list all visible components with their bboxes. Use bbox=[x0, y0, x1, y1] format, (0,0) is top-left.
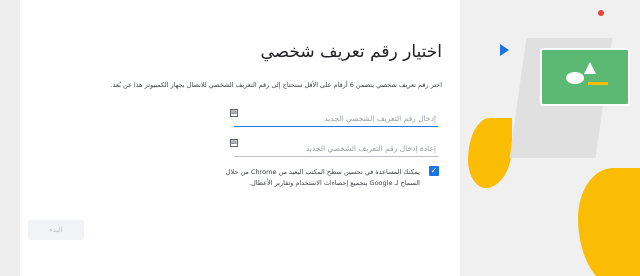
checkmark-icon: ✓ bbox=[430, 166, 438, 175]
stats-checkbox-label: يمكنك المساعدة في تحسين سطح المكتب البعي… bbox=[225, 168, 420, 187]
illustration-panel bbox=[460, 0, 640, 276]
keyboard-icon: ⌨ bbox=[229, 109, 238, 117]
keyboard-icon: ⌨ bbox=[229, 139, 238, 147]
pin-input[interactable] bbox=[234, 111, 438, 127]
yellow-blob bbox=[468, 118, 512, 188]
dialog-title: اختيار رقم تعريف شخصي bbox=[260, 42, 442, 62]
background-strip bbox=[0, 0, 20, 276]
start-button[interactable]: البدء bbox=[28, 220, 84, 240]
blue-triangle-icon bbox=[500, 44, 509, 56]
pin-confirm-field: ⌨ bbox=[228, 136, 438, 157]
triangle-shape bbox=[584, 62, 596, 74]
pin-field: ⌨ bbox=[228, 106, 438, 127]
dialog-description: اختر رقم تعريف شخصي يتضمن 6 أرقام على ال… bbox=[110, 81, 442, 89]
oval-shape bbox=[566, 72, 584, 84]
stats-checkbox[interactable]: ✓ bbox=[429, 166, 439, 176]
red-dot-icon bbox=[598, 10, 604, 16]
pin-confirm-input[interactable] bbox=[234, 141, 438, 157]
stripe-shape bbox=[588, 82, 608, 85]
computer-illustration bbox=[540, 48, 630, 106]
yellow-blob bbox=[578, 168, 640, 276]
